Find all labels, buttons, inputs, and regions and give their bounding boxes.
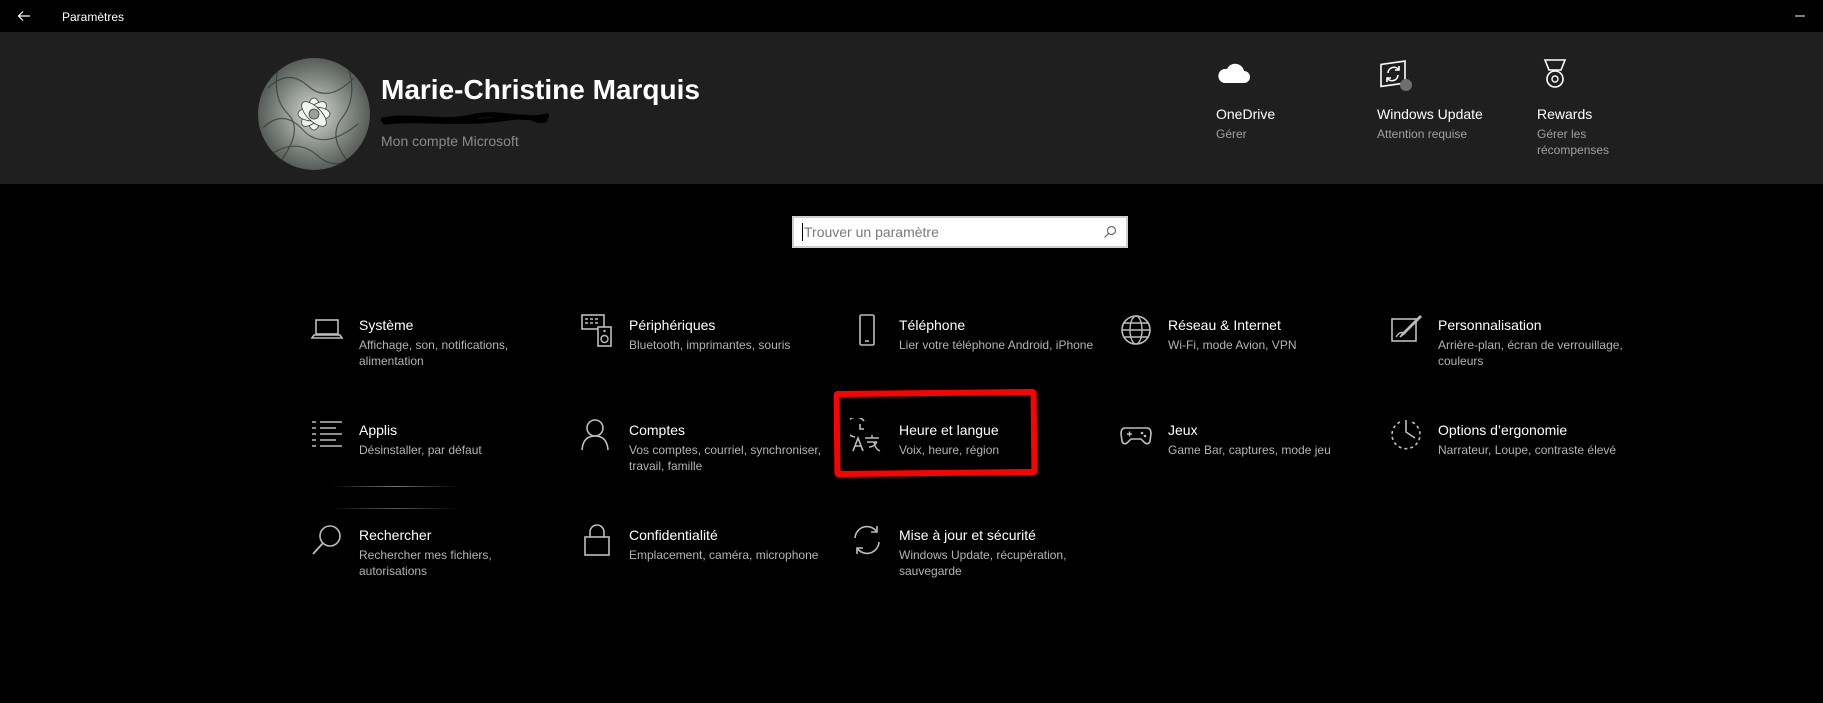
lock-icon (584, 524, 610, 556)
category-description: Désinstaller, par défaut (359, 443, 482, 457)
category-description: Wi-Fi, mode Avion, VPN (1168, 338, 1297, 352)
category-title: Système (359, 317, 414, 333)
sync-icon (854, 525, 880, 555)
text-caret (802, 223, 803, 241)
quick-action-subtitle: Attention requise (1377, 127, 1468, 141)
title-bar: Paramètres (0, 0, 1823, 32)
category-description: Affichage, son, notifications, alimentat… (359, 338, 509, 368)
category-description: Rechercher mes fichiers, autorisations (359, 548, 492, 578)
search-icon (312, 525, 341, 555)
ease-of-access-icon (1391, 420, 1421, 450)
category-title: Applis (359, 422, 398, 438)
category-description: Bluetooth, imprimantes, souris (629, 338, 791, 352)
onedrive-action[interactable]: OneDrive Gérer (1216, 56, 1366, 142)
minimize-icon (1795, 15, 1805, 17)
microsoft-account-link[interactable]: Mon compte Microsoft (381, 133, 519, 149)
search-input[interactable] (794, 218, 1098, 246)
arrow-left-icon (17, 11, 30, 21)
category-description: Game Bar, captures, mode jeu (1168, 443, 1331, 457)
apps-list-icon (312, 421, 342, 447)
category-systeme[interactable]: Système Affichage, son, notifications, a… (310, 313, 560, 399)
search-icon (1104, 225, 1117, 238)
category-description: Lier votre téléphone Android, iPhone (899, 338, 1094, 352)
highlight-annotation (833, 388, 1038, 478)
category-description: Emplacement, caméra, microphone (629, 548, 819, 562)
category-title: Comptes (629, 422, 686, 438)
rewards-action[interactable]: Rewards Gérer les récompenses (1537, 56, 1647, 158)
separator-line (330, 508, 460, 509)
avatar-image (258, 58, 370, 170)
globe-icon (1121, 315, 1151, 345)
category-title: Périphériques (629, 317, 716, 333)
settings-search-box[interactable] (792, 216, 1128, 248)
gamepad-icon (1120, 427, 1152, 445)
category-title: Personnalisation (1438, 317, 1542, 333)
minimize-button[interactable] (1777, 0, 1823, 32)
category-title: Jeux (1168, 422, 1198, 438)
category-title: Options d’ergonomie (1438, 422, 1568, 438)
category-title: Réseau & Internet (1168, 317, 1281, 333)
category-mise-a-jour[interactable]: Mise à jour et sécurité Windows Update, … (850, 523, 1100, 609)
quick-action-title: Windows Update (1377, 106, 1483, 122)
category-description: Windows Update, récupération, sauvegarde (899, 548, 1067, 578)
onedrive-cloud-icon (1218, 63, 1250, 83)
category-title: Confidentialité (629, 527, 718, 543)
account-header: Marie-Christine Marquis Mon compte Micro… (0, 32, 1823, 184)
category-ergonomie[interactable]: Options d’ergonomie Narrateur, Loupe, co… (1389, 418, 1639, 504)
laptop-icon (310, 319, 344, 339)
account-name: Marie-Christine Marquis (381, 74, 700, 105)
rewards-medal-icon (1543, 59, 1567, 88)
category-description: Narrateur, Loupe, contraste élevé (1438, 443, 1617, 457)
category-description: Arrière-plan, écran de verrouillage, cou… (1438, 338, 1623, 368)
window-title: Paramètres (62, 10, 125, 24)
category-comptes[interactable]: Comptes Vos comptes, courriel, synchroni… (580, 418, 830, 504)
category-title: Mise à jour et sécurité (899, 527, 1036, 543)
category-description: Vos comptes, courriel, synchroniser, tra… (629, 443, 822, 473)
back-button[interactable] (10, 2, 38, 30)
category-title: Rechercher (359, 527, 432, 543)
category-jeux[interactable]: Jeux Game Bar, captures, mode jeu (1119, 418, 1369, 504)
phone-icon (859, 314, 875, 346)
category-confidentialite[interactable]: Confidentialité Emplacement, caméra, mic… (580, 523, 830, 609)
person-icon (581, 419, 609, 451)
category-applis[interactable]: Applis Désinstaller, par défaut (310, 418, 560, 504)
personalization-icon (1391, 315, 1422, 342)
avatar[interactable] (258, 58, 370, 170)
category-reseau[interactable]: Réseau & Internet Wi-Fi, mode Avion, VPN (1119, 313, 1369, 399)
redacted-email-scribble (381, 112, 549, 125)
windows-update-icon (1380, 60, 1412, 91)
category-personnalisation[interactable]: Personnalisation Arrière-plan, écran de … (1389, 313, 1639, 399)
quick-action-title: OneDrive (1216, 106, 1276, 122)
devices-icon (581, 314, 612, 347)
separator-line (330, 486, 460, 487)
search-button[interactable] (1098, 220, 1122, 244)
category-telephone[interactable]: Téléphone Lier votre téléphone Android, … (850, 313, 1100, 399)
quick-action-subtitle: Gérer (1216, 127, 1247, 141)
category-title: Téléphone (899, 317, 966, 333)
quick-action-subtitle: Gérer les récompenses (1537, 127, 1610, 157)
category-rechercher[interactable]: Rechercher Rechercher mes fichiers, auto… (310, 523, 560, 609)
quick-action-title: Rewards (1537, 106, 1593, 122)
category-peripheriques[interactable]: Périphériques Bluetooth, imprimantes, so… (580, 313, 830, 399)
windows-update-action[interactable]: Windows Update Attention requise (1377, 56, 1527, 142)
